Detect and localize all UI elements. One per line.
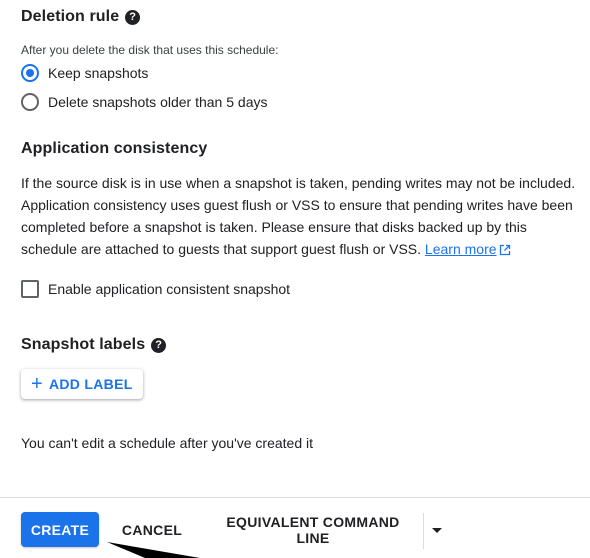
radio-keep-snapshots[interactable]: Keep snapshots bbox=[21, 64, 148, 82]
snapshot-schedule-form: Deletion rule After you delete the disk … bbox=[0, 0, 590, 558]
add-label-text: ADD LABEL bbox=[48, 376, 133, 392]
app-consistent-checkbox-row[interactable]: Enable application consistent snapshot bbox=[21, 280, 290, 298]
radio-keep-snapshots-label: Keep snapshots bbox=[48, 65, 149, 81]
deletion-rule-title: Deletion rule bbox=[21, 8, 120, 25]
radio-delete-older-label: Delete snapshots older than 5 days bbox=[48, 94, 268, 110]
footer-divider bbox=[0, 497, 590, 498]
app-consistent-checkbox[interactable] bbox=[21, 280, 39, 298]
help-icon[interactable] bbox=[125, 9, 141, 25]
learn-more-link[interactable]: Learn more bbox=[425, 241, 497, 257]
help-icon[interactable] bbox=[151, 337, 167, 353]
snapshot-labels-heading: Snapshot labels bbox=[21, 336, 167, 354]
app-consistency-heading: Application consistency bbox=[21, 140, 207, 158]
add-label-button[interactable]: + ADD LABEL bbox=[21, 369, 143, 399]
create-button[interactable]: CREATE bbox=[21, 512, 99, 547]
deletion-rule-hint: After you delete the disk that uses this… bbox=[21, 43, 279, 57]
deletion-rule-heading: Deletion rule bbox=[21, 8, 141, 26]
plus-icon: + bbox=[31, 373, 43, 395]
radio-button-unchecked[interactable] bbox=[21, 93, 39, 111]
app-consistent-checkbox-label: Enable application consistent snapshot bbox=[48, 281, 291, 297]
schedule-edit-note: You can't edit a schedule after you've c… bbox=[21, 435, 314, 451]
mouse-cursor-icon bbox=[107, 542, 200, 558]
radio-button-checked[interactable] bbox=[21, 64, 39, 82]
app-consistency-title: Application consistency bbox=[21, 140, 208, 157]
radio-delete-older-snapshots[interactable]: Delete snapshots older than 5 days bbox=[21, 93, 267, 111]
app-consistency-description: If the source disk is in use when a snap… bbox=[21, 172, 581, 260]
dropdown-caret-icon bbox=[432, 527, 442, 533]
external-link-icon[interactable] bbox=[499, 244, 511, 256]
snapshot-labels-title: Snapshot labels bbox=[21, 336, 146, 353]
command-line-dropdown-button[interactable] bbox=[426, 516, 448, 544]
equivalent-command-line-button[interactable]: EQUIVALENT COMMAND LINE bbox=[208, 512, 418, 547]
split-button-divider bbox=[423, 513, 424, 549]
